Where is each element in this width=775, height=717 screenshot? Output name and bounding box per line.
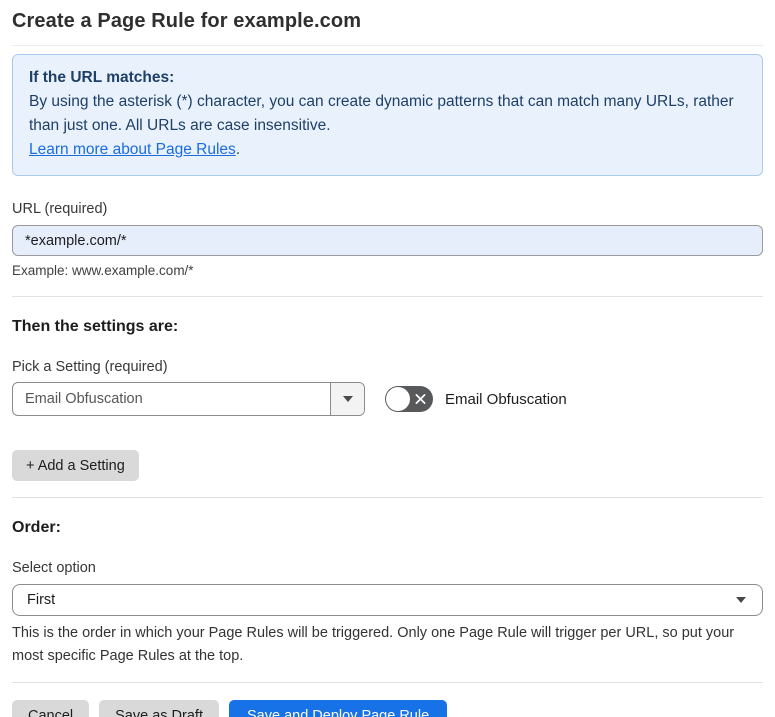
url-example-text: Example: www.example.com/* [12, 263, 194, 278]
order-dropdown[interactable]: First [12, 584, 763, 616]
cancel-button[interactable]: Cancel [12, 700, 90, 717]
info-box-link-line: Learn more about Page Rules. [29, 138, 746, 162]
url-match-info-box: If the URL matches: By using the asteris… [12, 54, 763, 176]
order-section-heading: Order: [12, 519, 61, 536]
setting-dropdown-value: Email Obfuscation [25, 391, 143, 407]
info-box-body: By using the asterisk (*) character, you… [29, 93, 734, 134]
save-and-deploy-button[interactable]: Save and Deploy Page Rule [228, 700, 448, 717]
learn-more-link[interactable]: Learn more about Page Rules [29, 141, 236, 158]
order-select-label: Select option [12, 560, 96, 576]
url-field-label: URL (required) [12, 201, 108, 217]
order-dropdown-value: First [27, 592, 56, 608]
settings-section-heading: Then the settings are: [12, 318, 179, 335]
url-input[interactable] [12, 225, 763, 256]
footer-actions: Cancel Save as Draft Save and Deploy Pag… [12, 700, 763, 717]
create-page-rule-form: Create a Page Rule for example.com If th… [0, 0, 775, 717]
chevron-down-icon [736, 597, 746, 603]
toggle-x-icon [415, 394, 426, 404]
save-as-draft-button[interactable]: Save as Draft [99, 700, 219, 717]
setting-dropdown-caret-button[interactable] [330, 383, 364, 415]
section-divider [12, 296, 763, 297]
title-divider [12, 45, 763, 46]
section-divider [12, 497, 763, 498]
add-setting-button[interactable]: + Add a Setting [12, 450, 139, 481]
setting-dropdown[interactable]: Email Obfuscation [12, 382, 365, 416]
link-period: . [235, 141, 241, 158]
page-title: Create a Page Rule for example.com [12, 10, 362, 32]
pick-setting-label: Pick a Setting (required) [12, 359, 168, 375]
footer-divider [12, 682, 763, 683]
chevron-down-icon [342, 396, 353, 402]
order-description: This is the order in which your Page Rul… [12, 625, 735, 664]
info-box-heading: If the URL matches: [29, 69, 175, 86]
setting-row: Email Obfuscation Email Obfuscation [12, 382, 763, 416]
toggle-knob [386, 387, 410, 411]
email-obfuscation-toggle[interactable] [385, 386, 433, 412]
toggle-label: Email Obfuscation [445, 390, 567, 408]
